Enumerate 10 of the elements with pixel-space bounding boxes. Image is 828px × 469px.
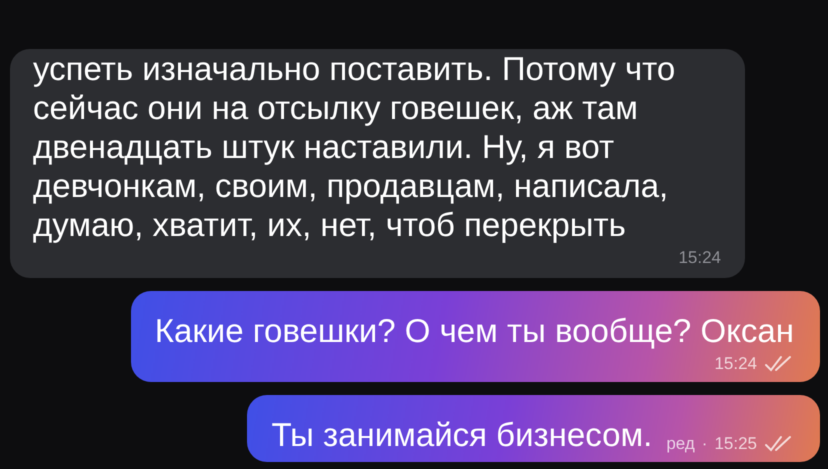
message-time: 15:25 <box>714 434 757 454</box>
message-text: Ты занимайся бизнесом. <box>271 415 652 454</box>
double-check-icon <box>764 355 794 373</box>
message-time: 15:24 <box>678 248 721 268</box>
edited-label: ред <box>666 434 695 454</box>
message-time: 15:24 <box>714 354 757 374</box>
double-check-icon <box>764 435 794 453</box>
message-text: Какие говешки? О чем ты вообще? Оксан <box>154 311 794 350</box>
separator-dot: · <box>702 434 708 454</box>
message-text: успеть изначально поставить. Потому что сейчас они на отсылку говешек, аж там двенадцать штук наставили. Ну, я вот девчонкам, своим, продавцам, написала, думаю, хватит, их, нет, чтоб перекрыть <box>33 49 676 244</box>
